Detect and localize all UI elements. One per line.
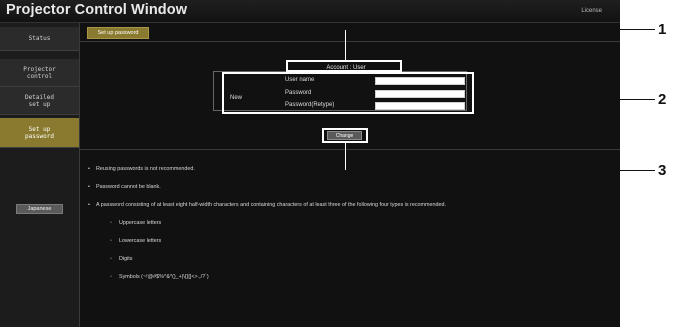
form-highlight — [222, 72, 474, 114]
note-item: Password cannot be blank. — [88, 184, 161, 190]
note-item: Reusing passwords is not recommended. — [88, 166, 195, 172]
sidebar: Status Projector control Detailed set up… — [0, 23, 80, 327]
callout-3: 3 — [658, 162, 667, 179]
callout-3-vertical — [345, 142, 346, 170]
sidebar-item-projector-control[interactable]: Projector control — [0, 59, 79, 87]
callout-1: 1 — [658, 21, 667, 38]
projector-control-window: Projector Control Window License Status … — [0, 0, 620, 327]
section-divider — [80, 149, 620, 150]
char-type-item: Lowercase letters — [110, 238, 161, 244]
callout-3-line — [345, 170, 655, 171]
japanese-button[interactable]: Japanese — [16, 204, 63, 214]
tab-divider — [80, 41, 620, 42]
change-highlight — [322, 128, 368, 143]
tab-set-up-password[interactable]: Set up password — [87, 27, 149, 39]
char-type-item: Digits — [110, 256, 133, 262]
license-link[interactable]: License — [581, 8, 602, 14]
callout-1-vertical — [345, 29, 346, 61]
title-bar: Projector Control Window License — [0, 0, 620, 23]
note-item: A password consisting of at least eight … — [88, 202, 446, 208]
sidebar-item-detailed-set-up[interactable]: Detailed set up — [0, 87, 79, 115]
sidebar-item-status[interactable]: Status — [0, 27, 79, 51]
sidebar-item-set-up-password[interactable]: Set up password — [0, 118, 79, 148]
account-highlight — [286, 60, 402, 72]
callout-1-line — [345, 29, 655, 30]
char-type-item: Uppercase letters — [110, 220, 161, 226]
callout-2-line — [474, 99, 655, 100]
char-type-item: Symbols (~!@#$%^&*()_+|\{}[]<>.,/?`) — [110, 274, 209, 280]
callout-2: 2 — [658, 91, 667, 108]
window-title: Projector Control Window — [6, 2, 188, 18]
